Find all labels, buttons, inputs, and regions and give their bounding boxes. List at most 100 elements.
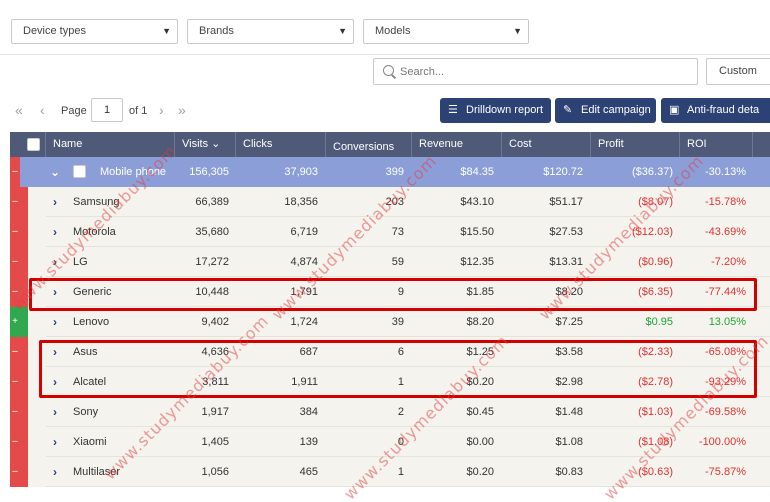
group-visits: 156,305 [189, 166, 229, 178]
table-row[interactable]: – › Sony 1,917 384 2 $0.45 $1.48 ($1.03) -69.58% [10, 397, 770, 427]
filter-bar: Device types ▼ Brands ▼ Models ▼ [0, 0, 770, 55]
chevron-right-icon[interactable]: › [53, 345, 57, 359]
status-strip: – [10, 457, 20, 487]
row-cost: $1.08 [555, 436, 583, 448]
row-clicks: 687 [299, 346, 318, 358]
next-page-icon[interactable]: › [159, 102, 164, 118]
row-revenue: $8.20 [466, 316, 494, 328]
chevron-right-icon[interactable]: › [53, 435, 57, 449]
row-revenue: $15.50 [460, 226, 494, 238]
column-roi[interactable]: ROI [680, 132, 753, 157]
row-clicks: 1,724 [290, 316, 318, 328]
chevron-right-icon[interactable]: › [53, 255, 57, 269]
column-profit[interactable]: Profit [591, 132, 680, 157]
status-strip: – [10, 277, 20, 307]
row-profit: $0.95 [645, 316, 673, 328]
grid-header: Name Visits ⌄ Clicks Conversions Revenue… [10, 132, 770, 157]
status-strip: – [10, 427, 20, 457]
row-roi: -77.44% [705, 286, 746, 298]
chevron-down-icon[interactable]: ⌄ [50, 165, 60, 179]
row-profit: ($8.07) [638, 196, 673, 208]
row-revenue: $1.85 [466, 286, 494, 298]
first-page-icon[interactable]: « [15, 102, 23, 118]
page-label: Page [61, 105, 87, 117]
page-count-label: of 1 [129, 105, 148, 117]
models-label: Models [375, 25, 411, 37]
row-conversions: 59 [391, 256, 404, 268]
row-conversions: 9 [397, 286, 404, 298]
row-visits: 35,680 [195, 226, 229, 238]
column-clicks[interactable]: Clicks [236, 132, 326, 157]
page-number-input[interactable]: 1 [91, 98, 123, 122]
row-indent [20, 277, 46, 307]
table-row[interactable]: – › Asus 4,636 687 6 $1.25 $3.58 ($2.33) -65.08% [10, 337, 770, 367]
row-revenue: $0.00 [466, 436, 494, 448]
group-checkbox[interactable] [73, 165, 86, 178]
table-row[interactable]: – › Alcatel 3,811 1,911 1 $0.20 $2.98 ($2.78) -93… [10, 367, 770, 397]
row-conversions: 39 [391, 316, 404, 328]
custom-date-button[interactable]: Custom [706, 58, 770, 85]
column-conversions[interactable]: Conversions [326, 132, 412, 157]
table-row[interactable]: – › Motorola 35,680 6,719 73 $15.50 $27.53 ($12.… [10, 217, 770, 247]
row-visits: 17,272 [195, 256, 229, 268]
row-revenue: $1.25 [466, 346, 494, 358]
row-name: Sony [73, 406, 99, 418]
table-row[interactable]: – › Multilaser 1,056 465 1 $0.20 $0.83 ($0.63) -7… [10, 457, 770, 487]
table-row[interactable]: – › LG 17,272 4,874 59 $12.35 $13.31 ($0.96) -7.2… [10, 247, 770, 277]
chevron-right-icon[interactable]: › [53, 375, 57, 389]
status-strip: – [10, 397, 20, 427]
select-all-checkbox[interactable] [27, 138, 40, 151]
row-name: Samsung [73, 196, 120, 208]
row-visits: 1,405 [201, 436, 229, 448]
row-conversions: 6 [397, 346, 404, 358]
anti-fraud-button[interactable]: ▣ Anti-fraud deta [661, 98, 770, 123]
chevron-right-icon[interactable]: › [53, 465, 57, 479]
models-select[interactable]: Models ▼ [363, 19, 529, 44]
row-profit: ($1.08) [638, 436, 673, 448]
row-cost: $13.31 [549, 256, 583, 268]
row-name: Motorola [73, 226, 116, 238]
table-row[interactable]: – › Xiaomi 1,405 139 0 $0.00 $1.08 ($1.08) -100.0… [10, 427, 770, 457]
column-name[interactable]: Name [46, 132, 175, 157]
column-cost[interactable]: Cost [502, 132, 591, 157]
group-row[interactable]: – ⌄ Mobile phone 156,305 37,903 399 $84.… [10, 157, 770, 187]
status-strip-inner [20, 367, 28, 397]
search-box[interactable] [373, 58, 698, 85]
row-profit: ($12.03) [632, 226, 673, 238]
brands-select[interactable]: Brands ▼ [187, 19, 354, 44]
device-types-label: Device types [23, 25, 86, 37]
edit-campaign-button[interactable]: ✎ Edit campaign [555, 98, 656, 123]
row-profit: ($6.35) [638, 286, 673, 298]
row-cost: $0.83 [555, 466, 583, 478]
last-page-icon[interactable]: » [178, 102, 186, 118]
row-name: LG [73, 256, 88, 268]
dropdown-caret-icon: ▼ [513, 26, 522, 36]
search-input[interactable] [400, 63, 690, 81]
chevron-right-icon[interactable]: › [53, 285, 57, 299]
list-icon: ☰ [448, 104, 458, 116]
column-visits-label: Visits [182, 138, 209, 150]
row-name: Alcatel [73, 376, 107, 388]
column-visits[interactable]: Visits ⌄ [175, 132, 236, 157]
report-grid: Name Visits ⌄ Clicks Conversions Revenue… [10, 132, 770, 502]
table-row[interactable]: – › Generic 10,448 1,791 9 $1.85 $8.20 ($6.35) -7… [10, 277, 770, 307]
device-types-select[interactable]: Device types ▼ [11, 19, 178, 44]
row-visits: 3,811 [202, 376, 229, 388]
brands-label: Brands [199, 25, 234, 37]
row-conversions: 0 [397, 436, 404, 448]
row-cost: $2.98 [555, 376, 583, 388]
chevron-right-icon[interactable]: › [53, 405, 57, 419]
drilldown-report-button[interactable]: ☰ Drilldown report [440, 98, 551, 123]
row-visits: 4,636 [201, 346, 229, 358]
chevron-right-icon[interactable]: › [53, 225, 57, 239]
chevron-right-icon[interactable]: › [53, 195, 57, 209]
row-visits: 10,448 [195, 286, 229, 298]
row-roi: -75.87% [705, 466, 746, 478]
chevron-right-icon[interactable]: › [53, 315, 57, 329]
column-revenue[interactable]: Revenue [412, 132, 502, 157]
table-row[interactable]: – › Samsung 66,389 18,356 203 $43.10 $51.17 ($8.… [10, 187, 770, 217]
dropdown-caret-icon: ▼ [338, 26, 347, 36]
group-profit: ($36.37) [632, 166, 673, 178]
table-row[interactable]: + › Lenovo 9,402 1,724 39 $8.20 $7.25 $0.95 13.05… [10, 307, 770, 337]
prev-page-icon[interactable]: ‹ [40, 102, 45, 118]
